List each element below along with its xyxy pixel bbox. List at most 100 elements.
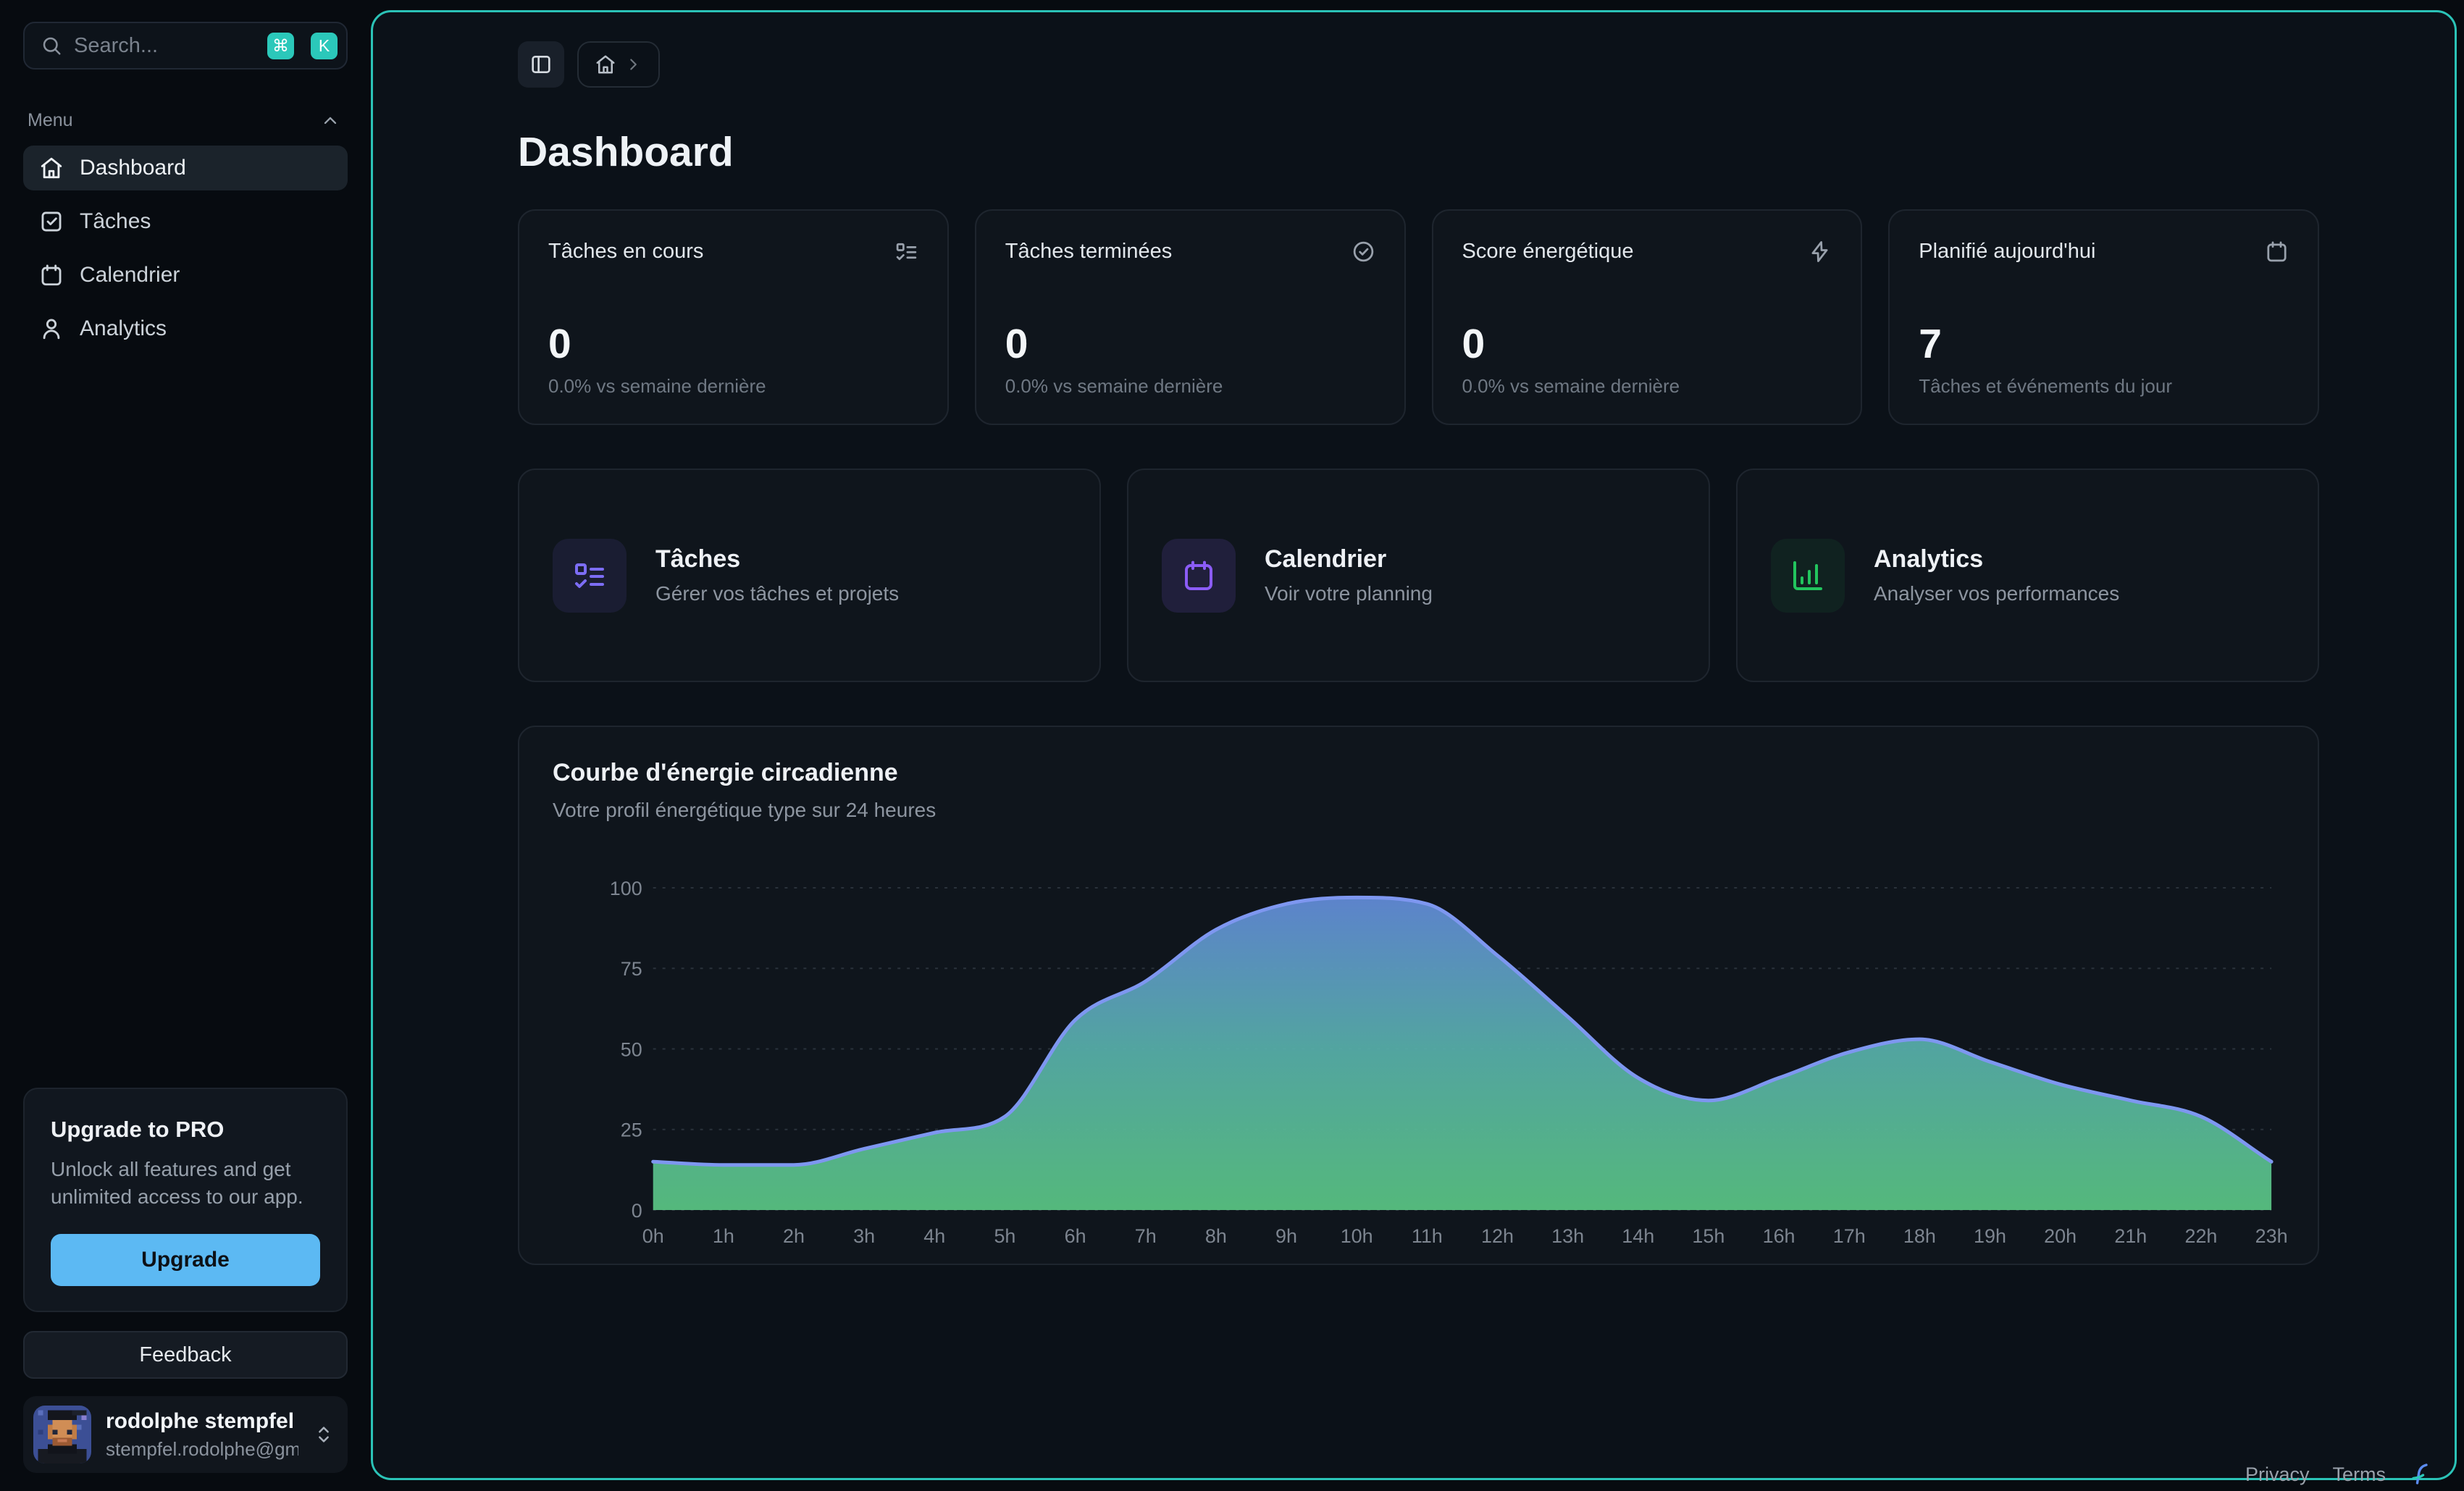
kbd-command: ⌘	[267, 33, 294, 59]
stat-subtitle: 0.0% vs semaine dernière	[1005, 375, 1375, 398]
brand-mark-icon	[2409, 1463, 2432, 1486]
stat-subtitle: Tâches et événements du jour	[1919, 375, 2289, 398]
sidebar: ⌘ K Menu Dashboard Tâches Calendrier Ana…	[0, 0, 371, 1489]
stat-card-score-energetique: Score énergétique 0 0.0% vs semaine dern…	[1432, 209, 1863, 425]
stat-title: Tâches en cours	[548, 240, 703, 264]
stat-value: 0	[1462, 324, 1832, 365]
upgrade-title: Upgrade to PRO	[51, 1117, 320, 1143]
svg-text:0: 0	[632, 1200, 642, 1222]
stat-title: Tâches terminées	[1005, 240, 1173, 264]
svg-text:6h: 6h	[1065, 1225, 1086, 1247]
svg-text:25: 25	[621, 1120, 642, 1141]
energy-chart-card: Courbe d'énergie circadienne Votre profi…	[518, 726, 2319, 1265]
sidebar-toggle-button[interactable]	[518, 41, 564, 88]
calendar-icon	[1181, 558, 1216, 593]
upgrade-description: Unlock all features and get unlimited ac…	[51, 1156, 320, 1211]
svg-text:19h: 19h	[1974, 1225, 2006, 1247]
svg-text:22h: 22h	[2184, 1225, 2217, 1247]
svg-text:5h: 5h	[994, 1225, 1015, 1247]
upgrade-button[interactable]: Upgrade	[51, 1234, 320, 1286]
svg-text:8h: 8h	[1205, 1225, 1227, 1247]
chevrons-up-down-icon	[313, 1424, 335, 1445]
list-todo-icon	[894, 240, 918, 264]
stat-subtitle: 0.0% vs semaine dernière	[1462, 375, 1832, 398]
svg-text:15h: 15h	[1692, 1225, 1725, 1247]
shortcut-title: Tâches	[655, 545, 899, 574]
svg-text:100: 100	[610, 878, 642, 899]
breadcrumb	[577, 41, 660, 88]
shortcut-subtitle: Analyser vos performances	[1874, 582, 2119, 605]
stat-title: Score énergétique	[1462, 240, 1634, 264]
svg-text:7h: 7h	[1135, 1225, 1157, 1247]
user-icon	[39, 316, 64, 341]
shortcut-title: Calendrier	[1265, 545, 1433, 574]
sidebar-nav: Dashboard Tâches Calendrier Analytics	[23, 146, 348, 351]
calendar-tile	[1162, 539, 1236, 613]
svg-text:16h: 16h	[1763, 1225, 1795, 1247]
sidebar-item-taches[interactable]: Tâches	[23, 199, 348, 244]
svg-text:50: 50	[621, 1038, 642, 1060]
stat-value: 0	[1005, 324, 1375, 365]
stat-card-taches-en-cours: Tâches en cours 0 0.0% vs semaine derniè…	[518, 209, 949, 425]
sidebar-item-label: Tâches	[80, 209, 151, 234]
energy-chart: 02550751000h1h2h3h4h5h6h7h8h9h10h11h12h1…	[519, 848, 2318, 1253]
feedback-button[interactable]: Feedback	[23, 1331, 348, 1379]
stat-value: 0	[548, 324, 918, 365]
stat-title: Planifié aujourd'hui	[1919, 240, 2095, 264]
svg-text:1h: 1h	[713, 1225, 734, 1247]
shortcut-card-taches[interactable]: Tâches Gérer vos tâches et projets	[518, 469, 1101, 682]
user-menu[interactable]: rodolphe stempfel stempfel.rodolphe@gm..…	[23, 1396, 348, 1473]
svg-text:3h: 3h	[853, 1225, 875, 1247]
square-check-icon	[39, 209, 64, 234]
stat-value: 7	[1919, 324, 2289, 365]
sidebar-item-label: Calendrier	[80, 263, 180, 287]
terms-link[interactable]: Terms	[2333, 1463, 2387, 1486]
svg-text:75: 75	[621, 958, 642, 980]
search-box[interactable]: ⌘ K	[23, 22, 348, 70]
sidebar-item-label: Dashboard	[80, 156, 186, 180]
home-icon	[39, 156, 64, 180]
chevron-right-icon	[624, 55, 642, 74]
privacy-link[interactable]: Privacy	[2245, 1463, 2310, 1486]
stat-card-taches-terminees: Tâches terminées 0 0.0% vs semaine derni…	[975, 209, 1406, 425]
upgrade-card: Upgrade to PRO Unlock all features and g…	[23, 1088, 348, 1312]
svg-text:11h: 11h	[1412, 1225, 1443, 1247]
user-name: rodolphe stempfel	[106, 1409, 294, 1433]
page-title: Dashboard	[518, 128, 2319, 176]
sidebar-item-analytics[interactable]: Analytics	[23, 306, 348, 351]
menu-section-header[interactable]: Menu	[23, 110, 348, 131]
footer: Privacy Terms	[2245, 1463, 2432, 1486]
shortcut-card-calendrier[interactable]: Calendrier Voir votre planning	[1127, 469, 1710, 682]
user-email: stempfel.rodolphe@gm...	[106, 1438, 298, 1461]
chart-column-tile	[1771, 539, 1845, 613]
search-icon	[41, 35, 62, 56]
svg-text:2h: 2h	[783, 1225, 805, 1247]
svg-text:12h: 12h	[1481, 1225, 1514, 1247]
shortcut-title: Analytics	[1874, 545, 2119, 574]
menu-label: Menu	[28, 110, 73, 131]
kbd-k: K	[311, 33, 338, 59]
panel-left-icon	[529, 53, 553, 76]
svg-text:21h: 21h	[2114, 1225, 2147, 1247]
list-todo-tile	[553, 539, 627, 613]
breadcrumb-home-icon[interactable]	[595, 54, 616, 75]
sidebar-item-dashboard[interactable]: Dashboard	[23, 146, 348, 190]
chart-title: Courbe d'énergie circadienne	[553, 759, 2318, 787]
svg-text:14h: 14h	[1622, 1225, 1654, 1247]
chevron-up-icon[interactable]	[320, 111, 340, 131]
calendar-icon	[2265, 240, 2289, 264]
svg-text:17h: 17h	[1833, 1225, 1866, 1247]
shortcut-grid: Tâches Gérer vos tâches et projets Calen…	[518, 469, 2319, 682]
search-input[interactable]	[74, 34, 256, 58]
circle-check-icon	[1352, 240, 1375, 264]
shortcut-card-analytics[interactable]: Analytics Analyser vos performances	[1736, 469, 2319, 682]
svg-text:23h: 23h	[2255, 1225, 2288, 1247]
shortcut-subtitle: Voir votre planning	[1265, 582, 1433, 605]
stat-subtitle: 0.0% vs semaine dernière	[548, 375, 918, 398]
main-panel: Dashboard Tâches en cours 0 0.0% vs sema…	[371, 10, 2457, 1480]
zap-icon	[1808, 240, 1832, 264]
avatar	[33, 1406, 91, 1463]
sidebar-item-calendrier[interactable]: Calendrier	[23, 253, 348, 298]
calendar-icon	[39, 263, 64, 287]
svg-text:13h: 13h	[1551, 1225, 1584, 1247]
